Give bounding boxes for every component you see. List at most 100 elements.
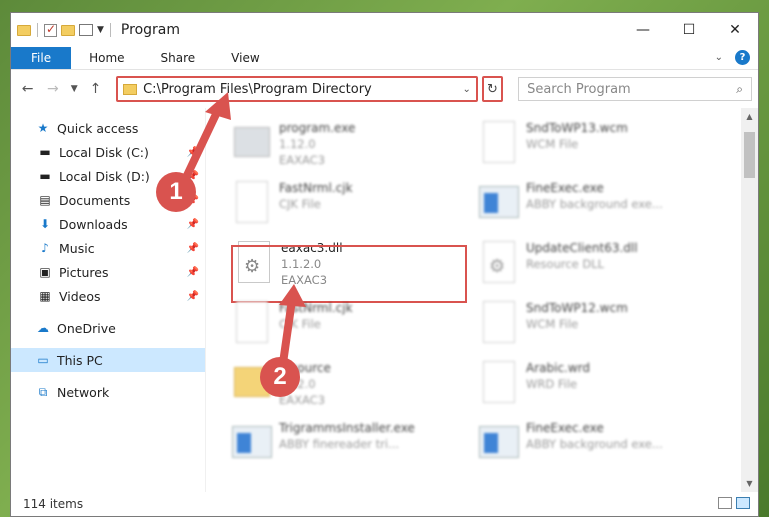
file-detail: EAXAC3: [279, 153, 326, 167]
pin-icon[interactable]: 📌: [187, 243, 199, 254]
search-icon[interactable]: ⌕: [736, 82, 743, 97]
status-bar: 114 items: [11, 492, 758, 516]
scroll-thumb[interactable]: [744, 132, 755, 178]
expand-ribbon-icon[interactable]: ⌄: [715, 52, 723, 63]
navigation-bar: ← → ▼ ↑ C:\Program Files\Program Directo…: [11, 70, 758, 108]
file-icon: [478, 298, 520, 346]
sidebar-item-label: Local Disk (D:): [59, 168, 150, 184]
search-input[interactable]: [527, 81, 728, 97]
file-detail: CJK File: [279, 197, 321, 211]
refresh-button[interactable]: ↻: [481, 76, 504, 102]
drive-icon: ▬: [39, 169, 51, 183]
network-icon: ⧉: [38, 384, 48, 399]
sidebar-item-label: Music: [59, 240, 95, 256]
list-item[interactable]: program.exe 1.12.0 EAXAC3: [231, 118, 466, 174]
tab-share[interactable]: Share: [143, 47, 214, 69]
sidebar-item-label: Videos: [59, 288, 101, 304]
file-detail: Resource DLL: [526, 257, 605, 271]
sidebar-item-label: Pictures: [59, 264, 109, 280]
sidebar-item-onedrive[interactable]: ☁ OneDrive: [11, 316, 205, 340]
pin-icon[interactable]: 📌: [187, 219, 199, 230]
sidebar-item-videos[interactable]: ▦ Videos 📌: [11, 284, 205, 308]
music-icon: ♪: [41, 241, 49, 255]
vertical-scrollbar[interactable]: ▲ ▼: [741, 108, 758, 492]
file-name: TrigrammsInstaller.exe: [279, 421, 415, 435]
sidebar-item-label: Local Disk (C:): [59, 144, 149, 160]
window-controls: — ☐ ✕: [620, 13, 758, 47]
sidebar-item-local-disk-c[interactable]: ▬ Local Disk (C:) 📌: [11, 140, 205, 164]
file-icon: [231, 178, 273, 226]
maximize-button[interactable]: ☐: [666, 13, 712, 47]
file-detail: ABBY background exe...: [526, 197, 663, 211]
sidebar-item-music[interactable]: ♪ Music 📌: [11, 236, 205, 260]
file-icon: [231, 418, 273, 466]
scroll-up-icon[interactable]: ▲: [741, 108, 758, 125]
pin-icon[interactable]: 📌: [187, 291, 199, 302]
recent-locations-chevron-icon[interactable]: ▼: [67, 78, 81, 100]
step-marker-1: 1: [156, 172, 196, 212]
drive-icon: ▬: [39, 145, 51, 159]
search-box[interactable]: ⌕: [518, 77, 752, 101]
new-folder-icon[interactable]: [61, 24, 75, 36]
back-button[interactable]: ←: [17, 78, 38, 100]
file-icon: [478, 238, 520, 286]
file-list: program.exe 1.12.0 EAXAC3 SndToWP13.wcm …: [206, 108, 758, 492]
list-item[interactable]: UpdateClient63.dll Resource DLL: [478, 238, 713, 294]
file-icon: [478, 118, 520, 166]
sidebar-item-label: This PC: [57, 352, 103, 368]
properties-icon[interactable]: [79, 24, 93, 36]
sidebar-item-label: Documents: [59, 192, 131, 208]
cloud-icon: ☁: [37, 321, 49, 335]
sidebar-item-this-pc[interactable]: ▭ This PC: [11, 348, 205, 372]
pictures-icon: ▣: [39, 265, 51, 279]
list-item[interactable]: FineExec.exe ABBY background exe...: [478, 418, 713, 474]
ribbon-right: ⌄ ?: [715, 50, 750, 65]
list-item[interactable]: Arabic.wrd WRD File: [478, 358, 713, 414]
file-icon: [478, 358, 520, 406]
address-path[interactable]: C:\Program Files\Program Directory: [143, 82, 458, 97]
list-item[interactable]: FastNrml.cjk CJK File: [231, 178, 466, 234]
file-detail: WRD File: [526, 377, 578, 391]
pin-icon[interactable]: 📌: [187, 147, 199, 158]
chevron-down-icon[interactable]: ▼: [97, 25, 104, 35]
chevron-down-icon[interactable]: ⌄: [458, 84, 476, 95]
file-icon: [478, 418, 520, 466]
list-item[interactable]: SndToWP12.wcm WCM File: [478, 298, 713, 354]
sidebar-item-network[interactable]: ⧉ Network: [11, 380, 205, 404]
address-bar[interactable]: C:\Program Files\Program Directory ⌄: [116, 76, 478, 102]
scroll-down-icon[interactable]: ▼: [741, 475, 758, 492]
file-name: FastNrml.cjk: [279, 181, 353, 195]
forward-button[interactable]: →: [42, 78, 63, 100]
window-title: Program: [120, 22, 180, 38]
folder-icon[interactable]: [17, 24, 31, 36]
item-count: 114 items: [23, 497, 84, 511]
computer-icon: ▭: [37, 353, 49, 367]
sidebar-item-pictures[interactable]: ▣ Pictures 📌: [11, 260, 205, 284]
file-name: SndToWP12.wcm: [526, 301, 628, 315]
list-item[interactable]: SndToWP13.wcm WCM File: [478, 118, 713, 174]
pin-icon[interactable]: 📌: [187, 267, 199, 278]
properties-check-icon[interactable]: [44, 22, 57, 37]
file-name: FastNrml.cjk: [279, 301, 353, 315]
divider: [37, 23, 38, 37]
close-button[interactable]: ✕: [712, 13, 758, 47]
videos-icon: ▦: [39, 289, 51, 303]
sidebar-item-label: Network: [57, 384, 110, 400]
sidebar-item-label: Downloads: [59, 216, 128, 232]
sidebar-item-downloads[interactable]: ⬇ Downloads 📌: [11, 212, 205, 236]
help-icon[interactable]: ?: [735, 50, 750, 65]
divider: [109, 23, 111, 37]
sidebar-item-quick-access[interactable]: ★ Quick access: [11, 116, 205, 140]
list-item[interactable]: FastNrml.cjk CJK File: [231, 298, 466, 354]
file-icon: [231, 298, 273, 346]
tab-view[interactable]: View: [213, 47, 277, 69]
list-item[interactable]: FineExec.exe ABBY background exe...: [478, 178, 713, 234]
tab-file[interactable]: File: [11, 47, 72, 69]
list-item[interactable]: TrigrammsInstaller.exe ABBY finereader t…: [231, 418, 466, 474]
details-view-icon[interactable]: [718, 497, 732, 509]
up-button[interactable]: ↑: [85, 78, 106, 100]
tab-home[interactable]: Home: [71, 47, 142, 69]
minimize-button[interactable]: —: [620, 13, 666, 47]
tiles-view-icon[interactable]: [736, 497, 750, 509]
file-detail: CJK File: [279, 317, 321, 331]
